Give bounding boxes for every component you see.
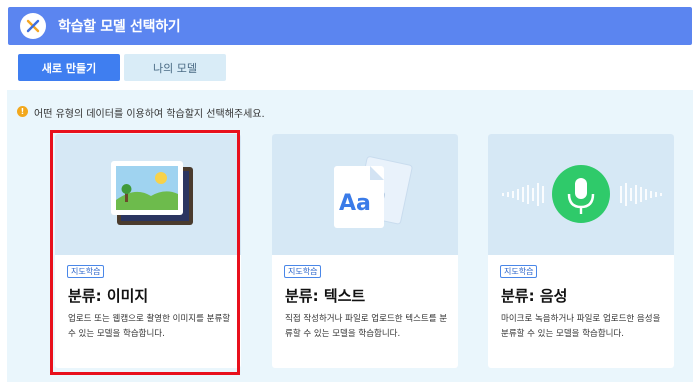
info-icon: !: [17, 106, 28, 117]
card-image-classification[interactable]: 지도학습 분류: 이미지 업로드 또는 웹캠으로 촬영한 이미지를 분류할 수 …: [55, 134, 241, 368]
page-title: 학습할 모델 선택하기: [58, 19, 181, 35]
card-text-classification[interactable]: a Aa 지도학습 분류: 텍스트 직접 작성하거나 파일로 업로드한 텍스트를…: [272, 134, 458, 368]
card-description: 직접 작성하거나 파일로 업로드한 텍스트를 분류할 수 있는 모델을 학습합니…: [285, 314, 448, 339]
card-image-illustration: [55, 134, 241, 255]
close-icon: [26, 19, 40, 33]
supervised-badge: 지도학습: [284, 265, 322, 278]
card-text-illustration: a Aa: [272, 134, 458, 255]
text-icon-label: Aa: [339, 191, 371, 216]
text-document-icon: a Aa: [334, 156, 413, 228]
image-icon: [111, 161, 193, 225]
supervised-badge: 지도학습: [500, 265, 538, 278]
microphone-icon: [502, 165, 662, 223]
close-button[interactable]: [20, 13, 46, 39]
card-title: 분류: 이미지: [68, 287, 149, 305]
title-bar: 학습할 모델 선택하기: [8, 7, 692, 45]
tab-new-model[interactable]: 새로 만들기: [18, 54, 120, 81]
tab-my-models[interactable]: 나의 모델: [124, 54, 226, 81]
card-title: 분류: 텍스트: [285, 287, 366, 305]
notice-text: 어떤 유형의 데이터를 이용하여 학습할지 선택해주세요.: [34, 109, 265, 120]
card-audio-classification[interactable]: 지도학습 분류: 음성 마이크로 녹음하거나 파일로 업로드한 음성을 분류할 …: [488, 134, 674, 368]
model-type-panel: ! 어떤 유형의 데이터를 이용하여 학습할지 선택해주세요. 지도학습 분류:…: [7, 90, 693, 382]
supervised-badge: 지도학습: [67, 265, 105, 278]
card-title: 분류: 음성: [501, 287, 568, 305]
card-audio-illustration: [488, 134, 674, 255]
card-description: 마이크로 녹음하거나 파일로 업로드한 음성을 분류할 수 있는 모델을 학습합…: [501, 314, 661, 339]
card-description: 업로드 또는 웹캠으로 촬영한 이미지를 분류할 수 있는 모델을 학습합니다.: [68, 314, 231, 339]
